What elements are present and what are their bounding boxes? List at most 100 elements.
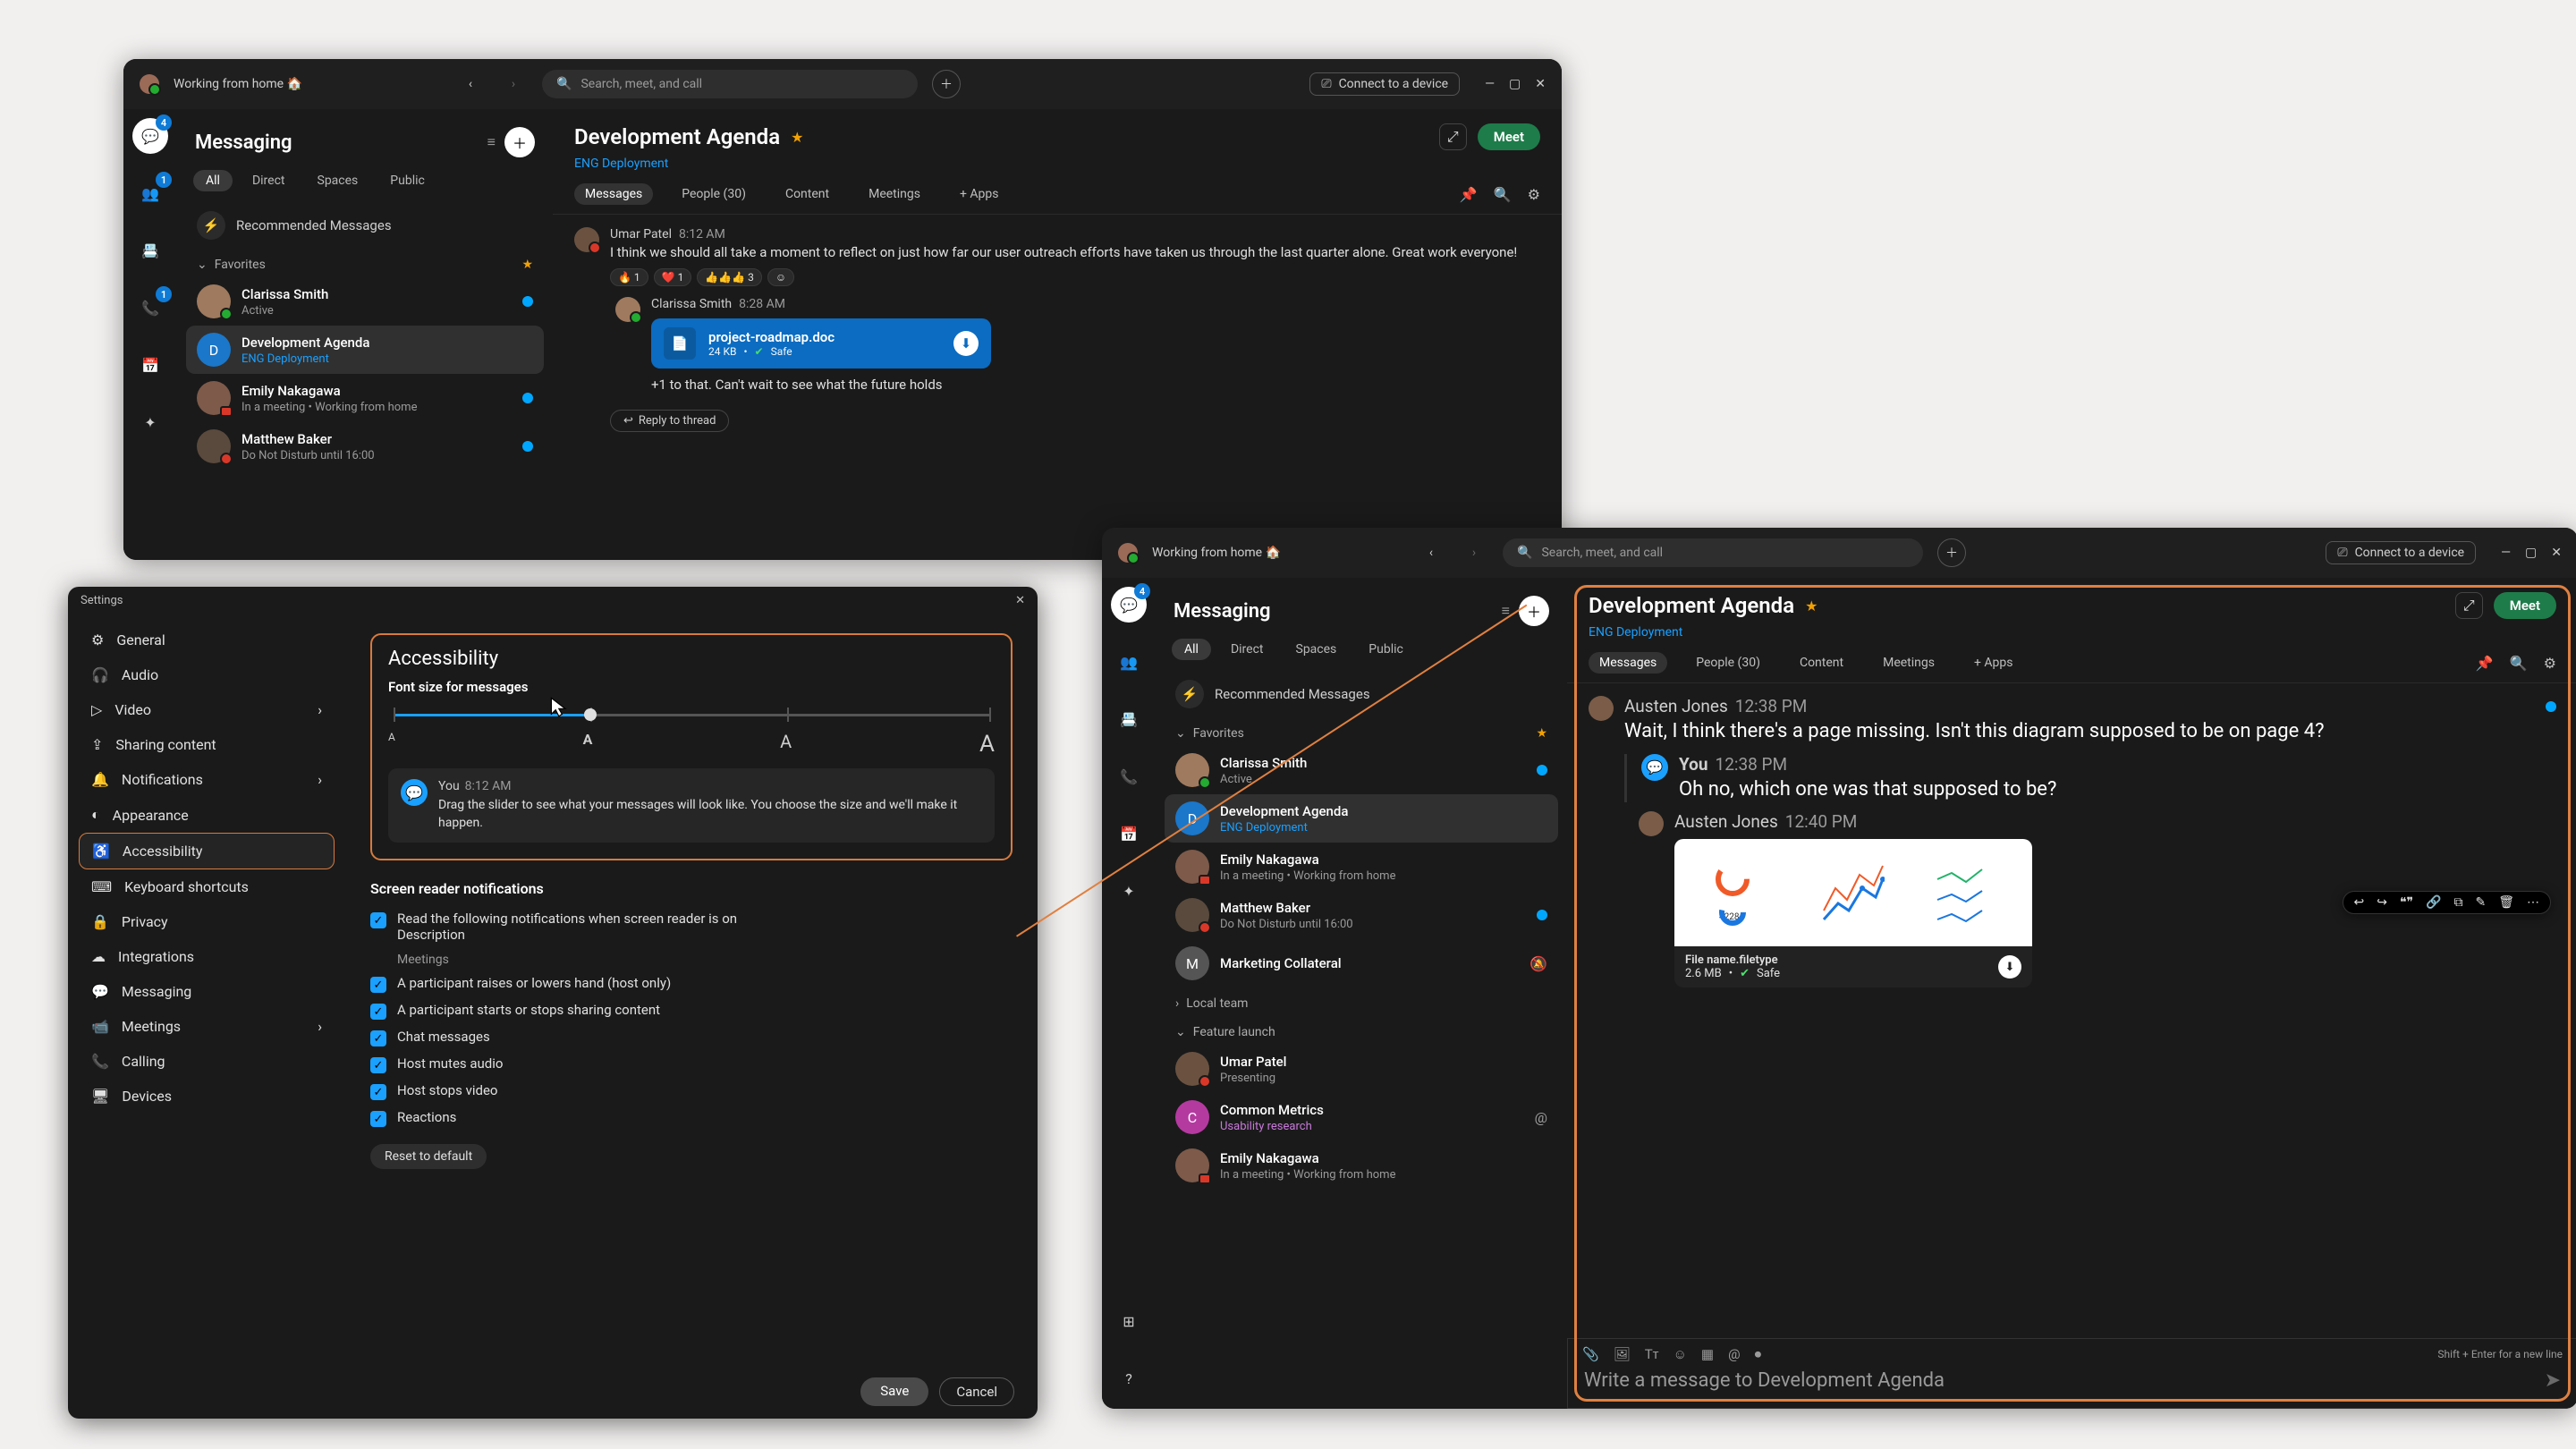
delete-icon[interactable]: 🗑 bbox=[2498, 895, 2514, 910]
nav-forward-icon[interactable]: › bbox=[1460, 538, 1488, 567]
search-input[interactable]: 🔍 Search, meet, and call bbox=[1503, 538, 1923, 567]
reaction[interactable]: 👍👍👍 3 bbox=[697, 268, 762, 286]
download-icon[interactable]: ⬇ bbox=[1998, 955, 2021, 979]
filter-spaces[interactable]: Spaces bbox=[1284, 639, 1350, 660]
nav-messaging[interactable]: 💬Messaging bbox=[79, 974, 335, 1009]
sidebar-item-matthew[interactable]: Matthew BakerDo Not Disturb until 16:00 bbox=[1165, 891, 1558, 939]
sidebar-item-clarissa[interactable]: Clarissa SmithActive bbox=[1165, 746, 1558, 794]
close-icon[interactable]: ✕ bbox=[1015, 594, 1025, 607]
reset-button[interactable]: Reset to default bbox=[370, 1144, 487, 1169]
reply-thread-button[interactable]: ↩Reply to thread bbox=[610, 410, 729, 432]
file-attachment[interactable]: 📄 project-roadmap.doc 24 KB•✔Safe ⬇ bbox=[651, 318, 991, 369]
sidebar-item-emily[interactable]: Emily NakagawaIn a meeting • Working fro… bbox=[186, 374, 544, 422]
new-action-button[interactable]: ＋ bbox=[932, 70, 961, 98]
rail-chat-icon[interactable]: 💬4 bbox=[132, 118, 168, 154]
section-favorites[interactable]: ⌄ Favorites ★ bbox=[186, 249, 544, 277]
filter-direct[interactable]: Direct bbox=[1218, 639, 1276, 660]
tab-apps[interactable]: + Apps bbox=[1963, 652, 2024, 674]
filter-all[interactable]: All bbox=[193, 170, 233, 191]
expand-icon[interactable]: ⤢ bbox=[2455, 592, 2483, 619]
gear-icon[interactable]: ⚙ bbox=[1528, 186, 1540, 203]
nav-privacy[interactable]: 🔒Privacy bbox=[79, 904, 335, 939]
format-toolbar[interactable]: ↩ ↪ ❝❞ 🔗 ⧉ ✎ 🗑 ⋯ bbox=[2343, 891, 2552, 914]
nav-calling[interactable]: 📞Calling bbox=[79, 1044, 335, 1079]
tab-people[interactable]: People (30) bbox=[1685, 652, 1771, 674]
filter-direct[interactable]: Direct bbox=[240, 170, 298, 191]
chat-subtitle[interactable]: ENG Deployment bbox=[1589, 625, 1682, 640]
tab-content[interactable]: Content bbox=[1789, 652, 1854, 674]
self-avatar[interactable] bbox=[140, 74, 159, 94]
search-icon[interactable]: 🔍 bbox=[2510, 655, 2528, 672]
sidebar-item-umar[interactable]: Umar PatelPresenting bbox=[1165, 1045, 1558, 1093]
record-icon[interactable]: ⏺ bbox=[1755, 1346, 1762, 1362]
rail-apps-icon[interactable]: ⊞ bbox=[1111, 1303, 1147, 1339]
check-row[interactable]: ✓Host stops video bbox=[370, 1078, 1013, 1105]
rail-activity-icon[interactable]: ✦ bbox=[132, 404, 168, 440]
maximize-icon[interactable]: ▢ bbox=[2525, 546, 2537, 560]
nav-devices[interactable]: 🖥Devices bbox=[79, 1079, 335, 1114]
save-button[interactable]: Save bbox=[860, 1377, 928, 1406]
sidebar-item-matthew[interactable]: Matthew BakerDo Not Disturb until 16:00 bbox=[186, 422, 544, 470]
download-icon[interactable]: ⬇ bbox=[953, 331, 979, 356]
filter-spaces[interactable]: Spaces bbox=[305, 170, 371, 191]
tab-messages[interactable]: Messages bbox=[574, 183, 653, 205]
minimize-icon[interactable]: — bbox=[1485, 77, 1495, 91]
nav-back-icon[interactable]: ‹ bbox=[1417, 538, 1445, 567]
check-row[interactable]: ✓A participant starts or stops sharing c… bbox=[370, 997, 1013, 1024]
meet-button[interactable]: Meet bbox=[1478, 123, 1540, 150]
chat-subtitle[interactable]: ENG Deployment bbox=[574, 157, 668, 171]
reaction[interactable]: ❤️ 1 bbox=[654, 268, 692, 286]
section-feature[interactable]: ⌄Feature launch bbox=[1165, 1016, 1558, 1045]
more-icon[interactable]: ⋯ bbox=[2527, 895, 2539, 910]
filter-all[interactable]: All bbox=[1172, 639, 1211, 660]
nav-keyboard[interactable]: ⌨Keyboard shortcuts bbox=[79, 869, 335, 904]
rail-contacts-icon[interactable]: 📇 bbox=[132, 233, 168, 268]
rail-help-icon[interactable]: ? bbox=[1111, 1360, 1147, 1396]
section-local[interactable]: ›Local team bbox=[1165, 987, 1558, 1016]
tab-messages[interactable]: Messages bbox=[1589, 652, 1667, 674]
nav-meetings[interactable]: 📹Meetings› bbox=[79, 1009, 335, 1044]
check-row[interactable]: ✓Chat messages bbox=[370, 1024, 1013, 1051]
add-reaction[interactable]: ☺ bbox=[767, 268, 794, 286]
rail-activity-icon[interactable]: ✦ bbox=[1111, 873, 1147, 909]
tab-meetings[interactable]: Meetings bbox=[858, 183, 931, 205]
meet-button[interactable]: Meet bbox=[2494, 592, 2556, 619]
screenshot-icon[interactable]: 🖼 bbox=[1614, 1346, 1631, 1362]
self-avatar[interactable] bbox=[1118, 543, 1138, 563]
rail-calls-icon[interactable]: 📞1 bbox=[132, 290, 168, 326]
nav-accessibility[interactable]: ♿Accessibility bbox=[79, 833, 335, 869]
nav-appearance[interactable]: ◐Appearance bbox=[79, 797, 335, 833]
rail-calls-icon[interactable]: 📞 bbox=[1111, 758, 1147, 794]
copy-icon[interactable]: ⧉ bbox=[2453, 895, 2462, 910]
edit-icon[interactable]: ✎ bbox=[2475, 895, 2486, 910]
search-icon[interactable]: 🔍 bbox=[1494, 186, 1512, 203]
reaction[interactable]: 🔥 1 bbox=[610, 268, 648, 286]
sidebar-item-development-agenda[interactable]: D Development AgendaENG Deployment bbox=[186, 326, 544, 374]
mention-icon[interactable]: @ bbox=[1728, 1346, 1740, 1362]
rail-contacts-icon[interactable]: 📇 bbox=[1111, 701, 1147, 737]
new-message-button[interactable]: ＋ bbox=[1519, 596, 1549, 626]
nav-sharing[interactable]: ⇪Sharing content bbox=[79, 727, 335, 762]
rail-calendar-icon[interactable]: 📅 bbox=[1111, 816, 1147, 852]
forward-icon[interactable]: ↪ bbox=[2377, 895, 2387, 910]
filter-public[interactable]: Public bbox=[377, 170, 437, 191]
star-icon[interactable]: ★ bbox=[791, 129, 803, 146]
image-attachment[interactable]: 4228 File name.filetype 2.6 MB•✔Safe ⬇ bbox=[1674, 839, 2032, 987]
sidebar-item-marketing[interactable]: MMarketing Collateral🔕 bbox=[1165, 939, 1558, 987]
format-icon[interactable]: Tᴛ bbox=[1645, 1346, 1659, 1362]
sidebar-item-clarissa[interactable]: Clarissa SmithActive bbox=[186, 277, 544, 326]
expand-icon[interactable]: ⤢ bbox=[1439, 123, 1467, 150]
nav-general[interactable]: ⚙General bbox=[79, 623, 335, 657]
sidebar-item-emily2[interactable]: Emily NakagawaIn a meeting • Working fro… bbox=[1165, 1141, 1558, 1190]
close-icon[interactable]: ✕ bbox=[2551, 546, 2562, 560]
emoji-icon[interactable]: ☺ bbox=[1674, 1346, 1687, 1362]
font-size-slider[interactable] bbox=[394, 704, 989, 727]
sidebar-item-emily[interactable]: Emily NakagawaIn a meeting • Working fro… bbox=[1165, 843, 1558, 891]
sidebar-item-common[interactable]: CCommon MetricsUsability research@ bbox=[1165, 1093, 1558, 1141]
checkbox-icon[interactable]: ✓ bbox=[370, 912, 386, 928]
maximize-icon[interactable]: ▢ bbox=[1509, 77, 1521, 91]
pin-icon[interactable]: 📌 bbox=[1460, 186, 1478, 203]
filter-icon[interactable]: ≡ bbox=[487, 133, 496, 151]
connect-device-button[interactable]: ⎚ Connect to a device bbox=[1309, 72, 1460, 96]
nav-video[interactable]: ▷Video› bbox=[79, 692, 335, 727]
